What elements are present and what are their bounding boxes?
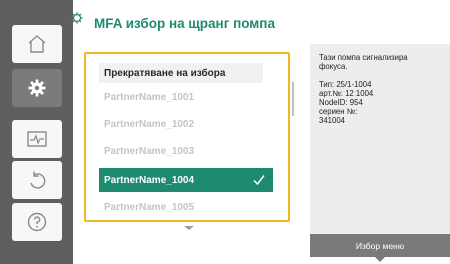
home-button[interactable]	[12, 25, 62, 63]
list-item[interactable]: PartnerName_1003	[99, 139, 273, 163]
diagnostics-button[interactable]	[12, 120, 62, 158]
list-item[interactable]: PartnerName_1005	[99, 195, 273, 219]
pump-selection-list[interactable]: Прекратяване на избора PartnerName_1001 …	[84, 52, 290, 222]
sidebar	[0, 0, 73, 264]
menu-pointer-icon	[374, 256, 386, 262]
undo-icon	[30, 171, 46, 189]
info-serial-label: сериен №:	[319, 107, 358, 116]
home-icon	[28, 35, 46, 53]
list-item[interactable]: PartnerName_1002	[99, 112, 273, 136]
settings-button[interactable]	[12, 69, 62, 107]
header-gear-icon	[69, 10, 85, 26]
help-icon	[27, 212, 47, 232]
list-item-selected[interactable]: PartnerName_1004	[99, 168, 273, 192]
info-intro-line: фокуса.	[319, 62, 348, 71]
info-serial-value: 341004	[319, 116, 346, 125]
diagnostics-icon	[27, 131, 47, 147]
select-menu-button[interactable]: Избор меню	[310, 234, 450, 262]
gear-icon	[28, 79, 46, 97]
list-item[interactable]: PartnerName_1001	[99, 85, 273, 109]
info-intro-line: Тази помпа сигнализира	[319, 53, 408, 62]
info-text: Тази помпа сигнализира фокуса. Тип: 25/1…	[319, 53, 445, 125]
info-type: Тип: 25/1-1004	[319, 80, 372, 89]
help-button[interactable]	[12, 203, 62, 241]
page-title: MFA избор на щранг помпа	[94, 16, 275, 31]
info-article-number: арт.№: 12 1004	[319, 89, 374, 98]
chevron-down-icon	[184, 226, 194, 230]
list-item-label: PartnerName_1004	[104, 174, 195, 186]
cancel-selection-item[interactable]: Прекратяване на избора	[99, 63, 263, 83]
list-scrollbar[interactable]	[292, 82, 294, 116]
select-menu-label: Избор меню	[355, 240, 405, 251]
info-node-id: NodeID: 954	[319, 98, 363, 107]
info-panel: Тази помпа сигнализира фокуса. Тип: 25/1…	[310, 44, 450, 234]
checkmark-icon	[253, 175, 265, 186]
undo-button[interactable]	[12, 161, 62, 199]
